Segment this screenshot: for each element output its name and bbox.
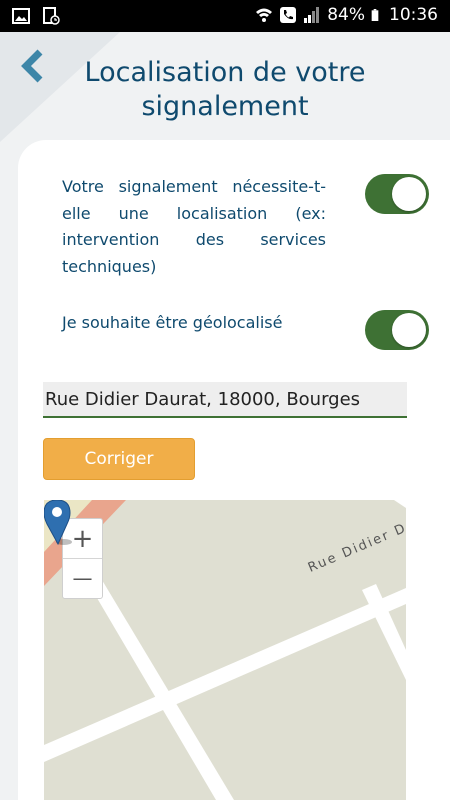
back-button[interactable]: [18, 46, 54, 86]
location-required-toggle[interactable]: [365, 174, 429, 214]
image-icon: [12, 8, 30, 24]
battery-icon: [371, 9, 379, 21]
address-field[interactable]: [43, 382, 407, 418]
clock: 10:36: [389, 5, 438, 25]
battery-percent: 84%: [327, 5, 365, 25]
location-required-label: Votre signalement nécessite-t-elle une l…: [62, 177, 326, 276]
map-view[interactable]: Rue Didier D + —: [44, 500, 406, 800]
sim-notification-icon: [43, 7, 60, 25]
toggle-knob: [392, 313, 426, 347]
zoom-out-button[interactable]: —: [63, 558, 102, 597]
toggle-knob: [392, 177, 426, 211]
chevron-left-icon: [21, 49, 43, 83]
location-pin-icon[interactable]: [44, 500, 74, 546]
geolocate-toggle[interactable]: [365, 310, 429, 350]
status-bar: 84% 10:36: [0, 0, 450, 32]
signal-icon: [304, 7, 320, 23]
correct-button[interactable]: Corriger: [43, 438, 195, 480]
geolocate-label: Je souhaite être géolocalisé: [62, 313, 283, 332]
wifi-icon: [256, 8, 273, 22]
page-title: Localisation de votre signalement: [84, 57, 366, 122]
phone-icon: [280, 7, 297, 23]
